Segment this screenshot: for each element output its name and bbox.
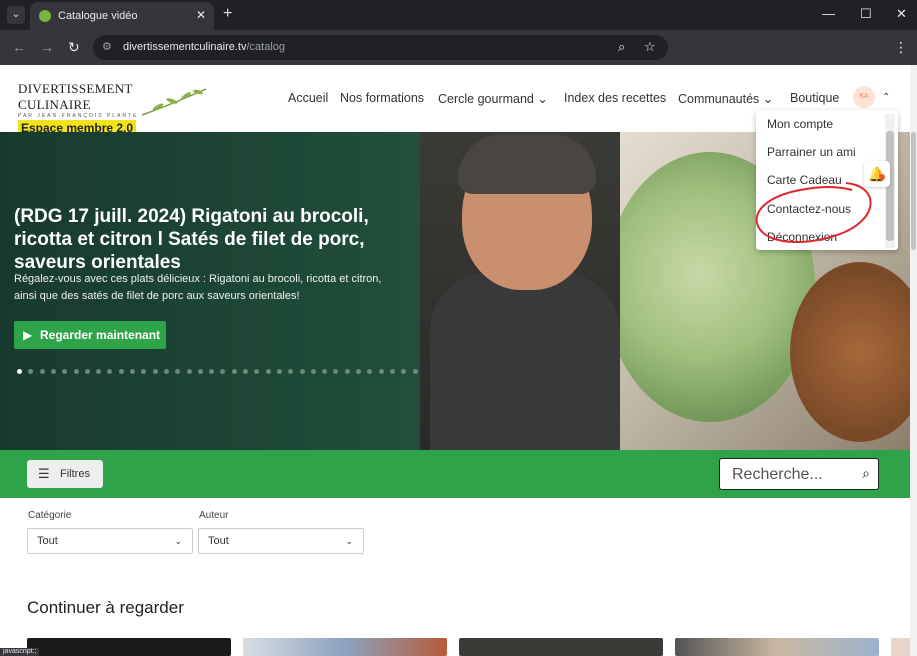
search-input[interactable]: Recherche... ⌕ (719, 458, 879, 490)
chef-hair-image (458, 134, 596, 194)
maximize-icon[interactable]: ☐ (860, 6, 872, 22)
search-icon[interactable]: ⌕ (862, 465, 870, 482)
menu-item-account[interactable]: Mon compte (767, 117, 833, 131)
carousel-dot[interactable] (299, 369, 305, 374)
page-scrollbar-thumb[interactable] (911, 132, 916, 250)
carousel-dot[interactable] (310, 369, 316, 374)
menu-item-giftcard[interactable]: Carte Cadeau (767, 173, 842, 187)
notification-bell-icon[interactable]: 🔔 (864, 161, 890, 187)
sate-plate-image (790, 262, 917, 442)
url-path: /catalog (246, 41, 286, 53)
carousel-dot[interactable] (412, 369, 418, 374)
minimize-icon[interactable]: — (822, 6, 835, 21)
carousel-dot[interactable] (186, 369, 192, 374)
carousel-dot[interactable] (378, 369, 384, 374)
watch-now-label: Regarder maintenant (40, 328, 161, 342)
play-icon: ▶ (23, 328, 33, 342)
category-select[interactable]: Tout ⌄ (27, 528, 193, 554)
chef-body-image (430, 272, 620, 450)
carousel-dot[interactable] (17, 369, 22, 374)
notification-dot (879, 174, 885, 180)
carousel-dot[interactable] (118, 369, 124, 374)
video-thumbnail[interactable] (27, 638, 231, 656)
video-thumbnail[interactable] (243, 638, 447, 656)
site-info-icon[interactable]: ⚙ (102, 40, 112, 53)
browser-menu-icon[interactable]: ⋮ (894, 39, 908, 56)
chevron-down-icon: ⌄ (762, 92, 774, 106)
hero-description: Régalez-vous avec ces plats délicieux : … (14, 273, 382, 302)
back-icon[interactable]: ← (12, 39, 26, 55)
url-domain: divertissementculinaire.tv (123, 41, 247, 53)
carousel-dot[interactable] (130, 369, 135, 374)
olive-branch-icon (141, 88, 207, 116)
carousel-dot[interactable] (344, 369, 350, 374)
carousel-dot[interactable] (231, 369, 237, 374)
menu-item-logout[interactable]: Déconnexion (767, 230, 837, 244)
carousel-dot[interactable] (152, 369, 158, 374)
tab-close-icon[interactable]: ✕ (196, 8, 206, 22)
menu-item-refer[interactable]: Parrainer un ami (767, 145, 856, 159)
carousel-dot[interactable] (84, 369, 90, 374)
site-logo[interactable]: DIVERTISSEMENT CULINAIRE PAR JEAN-FRANÇO… (18, 81, 208, 136)
author-value: Tout (208, 535, 229, 547)
browser-tab[interactable]: Catalogue vidéo ✕ (30, 2, 214, 30)
bookmark-star-icon[interactable]: ☆ (644, 39, 656, 55)
nav-circle[interactable]: Cercle gourmand ⌄ (438, 91, 548, 106)
filter-bar: ☰ Filtres Recherche... ⌕ (0, 450, 917, 498)
carousel-dot[interactable] (265, 369, 271, 374)
nav-circle-label: Cercle gourmand (438, 92, 534, 106)
hero-title: (RDG 17 juill. 2024) Rigatoni au brocoli… (14, 206, 369, 273)
carousel-dot[interactable] (356, 369, 361, 374)
nav-communities[interactable]: Communautés ⌄ (678, 91, 773, 106)
category-value: Tout (37, 535, 58, 547)
carousel-dot[interactable] (39, 369, 45, 374)
carousel-dot[interactable] (276, 369, 282, 374)
chevron-up-icon[interactable]: ⌃ (882, 92, 890, 103)
carousel-dot[interactable] (243, 369, 248, 374)
video-thumbnail[interactable] (675, 638, 879, 656)
carousel-dot[interactable] (163, 369, 169, 374)
nav-home[interactable]: Accueil (288, 91, 328, 105)
site-favicon-icon (39, 10, 51, 22)
url-input[interactable]: ⚙ divertissementculinaire.tv/catalog ⌕ ☆ (93, 35, 668, 60)
tab-title: Catalogue vidéo (58, 10, 138, 22)
avatar[interactable]: KA (853, 86, 875, 108)
author-select[interactable]: Tout ⌄ (198, 528, 364, 554)
new-tab-icon[interactable]: + (223, 5, 232, 23)
carousel-dot[interactable] (389, 369, 395, 374)
nav-communities-label: Communautés (678, 92, 760, 106)
chevron-down-icon: ⌄ (345, 536, 353, 546)
browser-tab-bar: ⌄ Catalogue vidéo ✕ + — ☐ ✕ (0, 0, 917, 30)
video-thumbnail[interactable] (459, 638, 663, 656)
carousel-dot[interactable] (197, 369, 203, 374)
filters-button[interactable]: ☰ Filtres (27, 460, 103, 488)
menu-item-contact[interactable]: Contactez-nous (767, 202, 851, 216)
forward-icon[interactable]: → (40, 39, 54, 55)
filters-label: Filtres (60, 468, 90, 480)
sliders-icon: ☰ (38, 466, 50, 481)
chevron-down-icon: ⌄ (537, 92, 548, 106)
carousel-dot[interactable] (73, 369, 79, 374)
address-bar-area: ← → ↻ ⚙ divertissementculinaire.tv/catal… (0, 30, 917, 65)
reload-icon[interactable]: ↻ (68, 39, 80, 56)
chevron-down-icon: ⌄ (174, 536, 182, 546)
nav-recipes[interactable]: Index des recettes (564, 91, 666, 105)
nav-courses[interactable]: Nos formations (340, 91, 424, 105)
search-placeholder: Recherche... (732, 466, 823, 483)
continue-watching-title: Continuer à regarder (27, 598, 184, 617)
nav-shop[interactable]: Boutique (790, 91, 839, 105)
close-window-icon[interactable]: ✕ (896, 6, 907, 22)
status-bar: javascript:; (0, 648, 40, 656)
tab-search-icon[interactable]: ⌄ (7, 6, 25, 24)
carousel-dot[interactable] (50, 369, 56, 374)
zoom-icon[interactable]: ⌕ (618, 39, 625, 55)
category-label: Catégorie (28, 510, 72, 521)
video-thumbnail[interactable] (891, 638, 911, 656)
author-label: Auteur (199, 510, 229, 521)
watch-now-button[interactable]: ▶ Regarder maintenant (14, 321, 166, 349)
